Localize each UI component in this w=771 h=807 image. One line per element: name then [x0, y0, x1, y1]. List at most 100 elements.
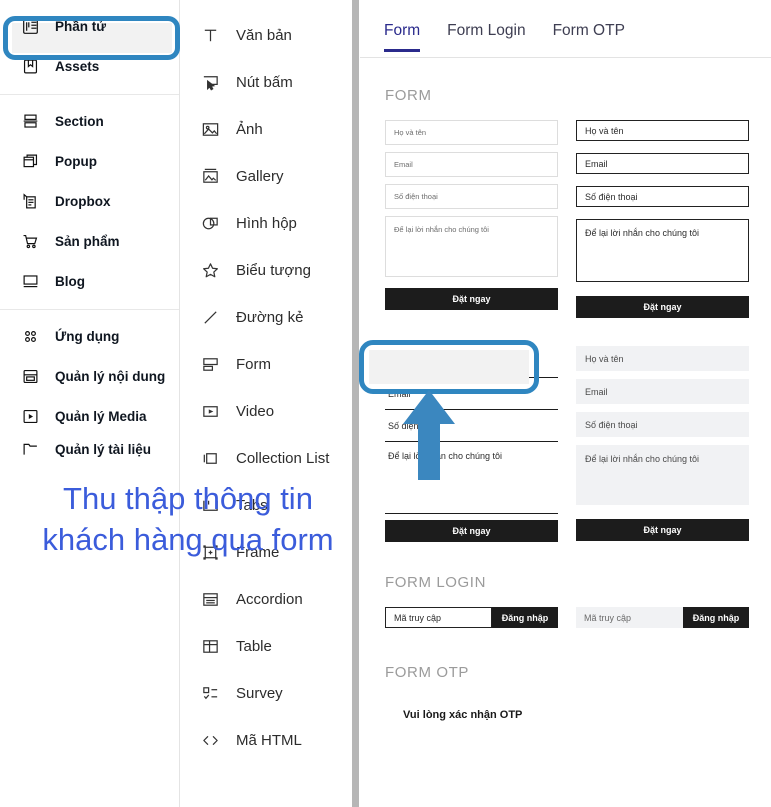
element-item-form[interactable]: Form — [181, 341, 352, 388]
element-item-label: Gallery — [236, 168, 284, 185]
button-cursor-icon — [201, 73, 223, 93]
table-icon — [201, 637, 223, 657]
sidebar-item-label: Ứng dụng — [55, 328, 120, 344]
elements-panel: Văn bản Nút bấm Ảnh Gallery Hình hộp Biể… — [181, 0, 539, 807]
tab-form[interactable]: Form — [384, 22, 421, 52]
element-item-accordion[interactable]: Accordion — [181, 576, 352, 623]
star-icon — [201, 261, 223, 281]
section-icon — [22, 112, 44, 130]
element-item-label: Đường kẻ — [236, 309, 304, 326]
survey-icon — [201, 684, 223, 704]
code-icon — [201, 731, 223, 751]
sidebar-item-label: Sản phẩm — [55, 233, 120, 249]
tab-label: Form — [384, 22, 421, 39]
element-item-label: Mã HTML — [236, 732, 302, 749]
sidebar-item-blog[interactable]: Blog — [0, 261, 179, 301]
element-item-label: Collection List — [236, 450, 330, 467]
access-code-input[interactable]: Mã truy cập — [576, 607, 683, 628]
element-item-van-ban[interactable]: Văn bản — [181, 12, 352, 59]
phone-field[interactable]: Số điện thoại — [576, 186, 749, 207]
element-item-video[interactable]: Video — [181, 388, 352, 435]
login-button[interactable]: Đăng nhập — [683, 607, 749, 628]
access-code-input[interactable]: Mã truy cập — [385, 607, 492, 628]
video-play-icon — [201, 402, 223, 422]
form-variant-filled: Họ và tên Email Số điện thoại Để lại lời… — [576, 346, 749, 542]
element-item-gallery[interactable]: Gallery — [181, 153, 352, 200]
submit-button[interactable]: Đặt ngay — [385, 520, 558, 542]
form-preview-row-1: Họ và tên Email Số điện thoại Để lại lời… — [360, 104, 771, 318]
element-active-item-background — [369, 350, 529, 384]
phone-field[interactable]: Số điện thoại — [385, 184, 558, 209]
email-field[interactable]: Email — [385, 152, 558, 177]
element-item-label: Ảnh — [236, 121, 263, 138]
element-item-hinh-hop[interactable]: Hình hộp — [181, 200, 352, 247]
name-field[interactable]: Họ và tên — [576, 346, 749, 371]
element-item-survey[interactable]: Survey — [181, 670, 352, 717]
text-icon — [201, 26, 223, 46]
collection-list-icon — [201, 449, 223, 469]
elements-icon — [22, 17, 44, 35]
element-item-label: Tabs — [236, 497, 268, 514]
tab-form-login[interactable]: Form Login — [447, 22, 525, 51]
submit-button[interactable]: Đặt ngay — [576, 296, 749, 318]
submit-button[interactable]: Đặt ngay — [576, 519, 749, 541]
sidebar-item-quan-ly-media[interactable]: Quản lý Media — [0, 396, 179, 436]
element-item-label: Video — [236, 403, 275, 420]
sidebar-item-quan-ly-noi-dung[interactable]: Quản lý nội dung — [0, 356, 179, 396]
email-field[interactable]: Email — [576, 153, 749, 174]
element-item-duong-ke[interactable]: Đường kẻ — [181, 294, 352, 341]
media-manager-icon — [22, 407, 44, 425]
element-item-label: Accordion — [236, 591, 303, 608]
element-item-tabs[interactable]: Tabs — [181, 482, 352, 529]
element-item-table[interactable]: Table — [181, 623, 352, 670]
element-item-anh[interactable]: Ảnh — [181, 106, 352, 153]
content-manager-icon — [22, 367, 44, 385]
preview-tabs: Form Form Login Form OTP — [360, 0, 771, 58]
monitor-icon — [22, 272, 44, 290]
accordion-icon — [201, 590, 223, 610]
element-item-label: Frame — [236, 544, 280, 561]
sidebar-item-section[interactable]: Section — [0, 101, 179, 141]
sidebar-item-popup[interactable]: Popup — [0, 141, 179, 181]
folder-icon — [22, 440, 44, 458]
message-field[interactable]: Để lại lời nhắn cho chúng tôi — [385, 216, 558, 277]
shape-box-icon — [201, 214, 223, 234]
phone-field[interactable]: Số điện thoại — [385, 410, 558, 442]
tab-label: Form OTP — [552, 22, 625, 39]
element-item-frame[interactable]: Frame — [181, 529, 352, 576]
name-field[interactable]: Họ và tên — [385, 120, 558, 145]
login-button[interactable]: Đăng nhập — [492, 607, 558, 628]
form-icon — [201, 355, 223, 375]
sidebar-item-quan-ly-tai-lieu[interactable]: Quản lý tài liệu — [0, 436, 179, 462]
sidebar-item-dropbox[interactable]: Dropbox — [0, 181, 179, 221]
element-item-label: Form — [236, 356, 271, 373]
element-item-collection-list[interactable]: Collection List — [181, 435, 352, 482]
app-root: Phần tử Assets Section Popup Dropbox Sản… — [0, 0, 771, 807]
element-item-ma-html[interactable]: Mã HTML — [181, 717, 352, 764]
sidebar-item-label: Assets — [55, 58, 100, 74]
element-item-bieu-tuong[interactable]: Biểu tượng — [181, 247, 352, 294]
phone-field[interactable]: Số điện thoại — [576, 412, 749, 437]
sidebar-item-label: Dropbox — [55, 193, 111, 209]
tab-form-otp[interactable]: Form OTP — [553, 22, 625, 51]
sidebar-item-ung-dung[interactable]: Ứng dụng — [0, 316, 179, 356]
section-title-form-otp: FORM OTP — [385, 664, 469, 681]
sidebar-item-phan-tu[interactable]: Phần tử — [0, 6, 179, 46]
panel-scrollbar[interactable] — [352, 0, 359, 807]
tab-label: Form Login — [447, 22, 526, 39]
element-item-nut-bam[interactable]: Nút bấm — [181, 59, 352, 106]
sidebar-item-label: Quản lý Media — [55, 408, 147, 424]
otp-heading: Vui lòng xác nhận OTP — [403, 709, 523, 721]
sidebar-item-label: Quản lý tài liệu — [55, 441, 152, 457]
section-title-form: FORM — [385, 87, 432, 104]
sidebar-item-label: Section — [55, 113, 104, 129]
element-item-label: Nút bấm — [236, 74, 293, 91]
name-field[interactable]: Họ và tên — [576, 120, 749, 141]
sidebar-item-san-pham[interactable]: Sản phẩm — [0, 221, 179, 261]
message-field[interactable]: Để lại lời nhắn cho chúng tôi — [576, 445, 749, 505]
tabs-icon — [201, 496, 223, 516]
submit-button[interactable]: Đặt ngay — [385, 288, 558, 310]
message-field[interactable]: Để lại lời nhắn cho chúng tôi — [576, 219, 749, 282]
message-field[interactable]: Để lại lời nhắn cho chúng tôi — [385, 442, 558, 514]
email-field[interactable]: Email — [576, 379, 749, 404]
